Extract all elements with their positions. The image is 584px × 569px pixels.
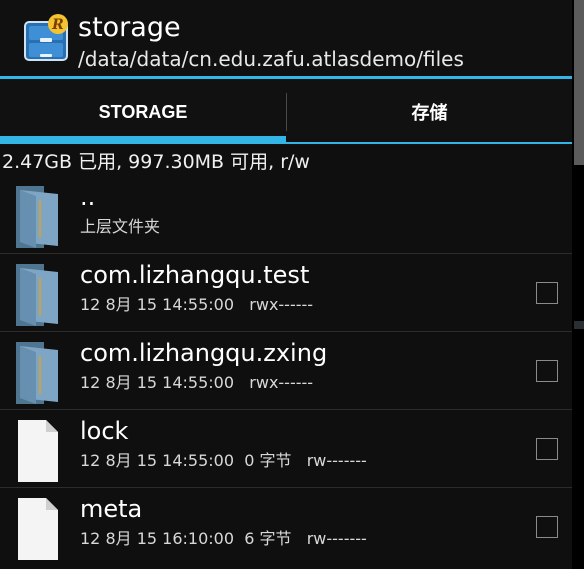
- file-name: ..: [80, 183, 96, 211]
- list-item-file[interactable]: lock 12 8月 15 14:55:00 0 字节 rw-------: [0, 410, 572, 488]
- list-item-folder[interactable]: com.lizhangqu.zxing 12 8月 15 14:55:00 rw…: [0, 332, 572, 410]
- file-name: com.lizhangqu.zxing: [80, 339, 328, 367]
- file-meta: 12 8月 15 16:10:00 6 字节 rw-------: [80, 529, 367, 548]
- list-item-file[interactable]: meta 12 8月 15 16:10:00 6 字节 rw-------: [0, 488, 572, 565]
- scrollbar-thumb[interactable]: [574, 0, 584, 165]
- storage-status: 2.47GB 已用, 997.30MB 可用, r/w: [2, 151, 310, 173]
- file-list: .. 上层文件夹 com.lizhangqu.test 12 8月 15 14:…: [0, 176, 572, 569]
- action-bar: R storage /data/data/cn.edu.zafu.atlasde…: [0, 0, 572, 76]
- page-title: storage: [78, 12, 181, 43]
- select-checkbox[interactable]: [536, 516, 558, 538]
- folder-icon: [16, 342, 58, 404]
- list-item-parent-folder[interactable]: .. 上层文件夹: [0, 176, 572, 254]
- file-meta: 上层文件夹: [80, 217, 161, 236]
- root-explorer-cabinet-icon[interactable]: R: [22, 14, 70, 62]
- file-name: lock: [80, 417, 129, 445]
- file-meta: 12 8月 15 14:55:00 0 字节 rw-------: [80, 451, 367, 470]
- tab-storage-cn[interactable]: 存储: [287, 79, 572, 145]
- tab-underline: [286, 142, 572, 144]
- select-checkbox[interactable]: [536, 438, 558, 460]
- select-checkbox[interactable]: [536, 360, 558, 382]
- file-meta: 12 8月 15 14:55:00 rwx------: [80, 295, 314, 314]
- file-icon: [18, 498, 58, 560]
- file-meta: 12 8月 15 14:55:00 rwx------: [80, 373, 314, 392]
- folder-icon: [16, 264, 58, 326]
- icon-letter: R: [51, 17, 64, 33]
- file-name: com.lizhangqu.test: [80, 261, 310, 289]
- tab-selected-indicator: [0, 136, 286, 144]
- list-item-folder[interactable]: com.lizhangqu.test 12 8月 15 14:55:00 rwx…: [0, 254, 572, 332]
- current-path: /data/data/cn.edu.zafu.atlasdemo/files: [78, 47, 464, 71]
- file-name: meta: [80, 495, 143, 523]
- folder-icon: [16, 186, 58, 248]
- scrollbar-marker: [574, 321, 584, 329]
- select-checkbox[interactable]: [536, 282, 558, 304]
- file-icon: [18, 420, 58, 482]
